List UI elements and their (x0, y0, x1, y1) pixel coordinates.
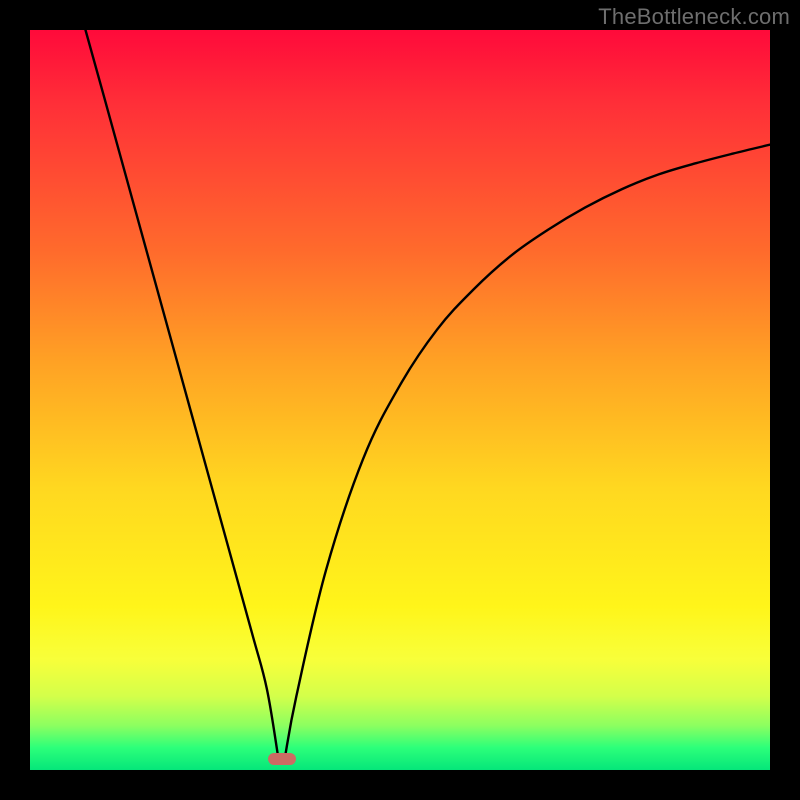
curve-right-branch (285, 145, 770, 756)
plot-area (30, 30, 770, 770)
curve-left-branch (86, 30, 278, 755)
watermark-text: TheBottleneck.com (598, 4, 790, 30)
chart-frame: TheBottleneck.com (0, 0, 800, 800)
optimum-marker (268, 753, 296, 765)
curve-layer (30, 30, 770, 770)
